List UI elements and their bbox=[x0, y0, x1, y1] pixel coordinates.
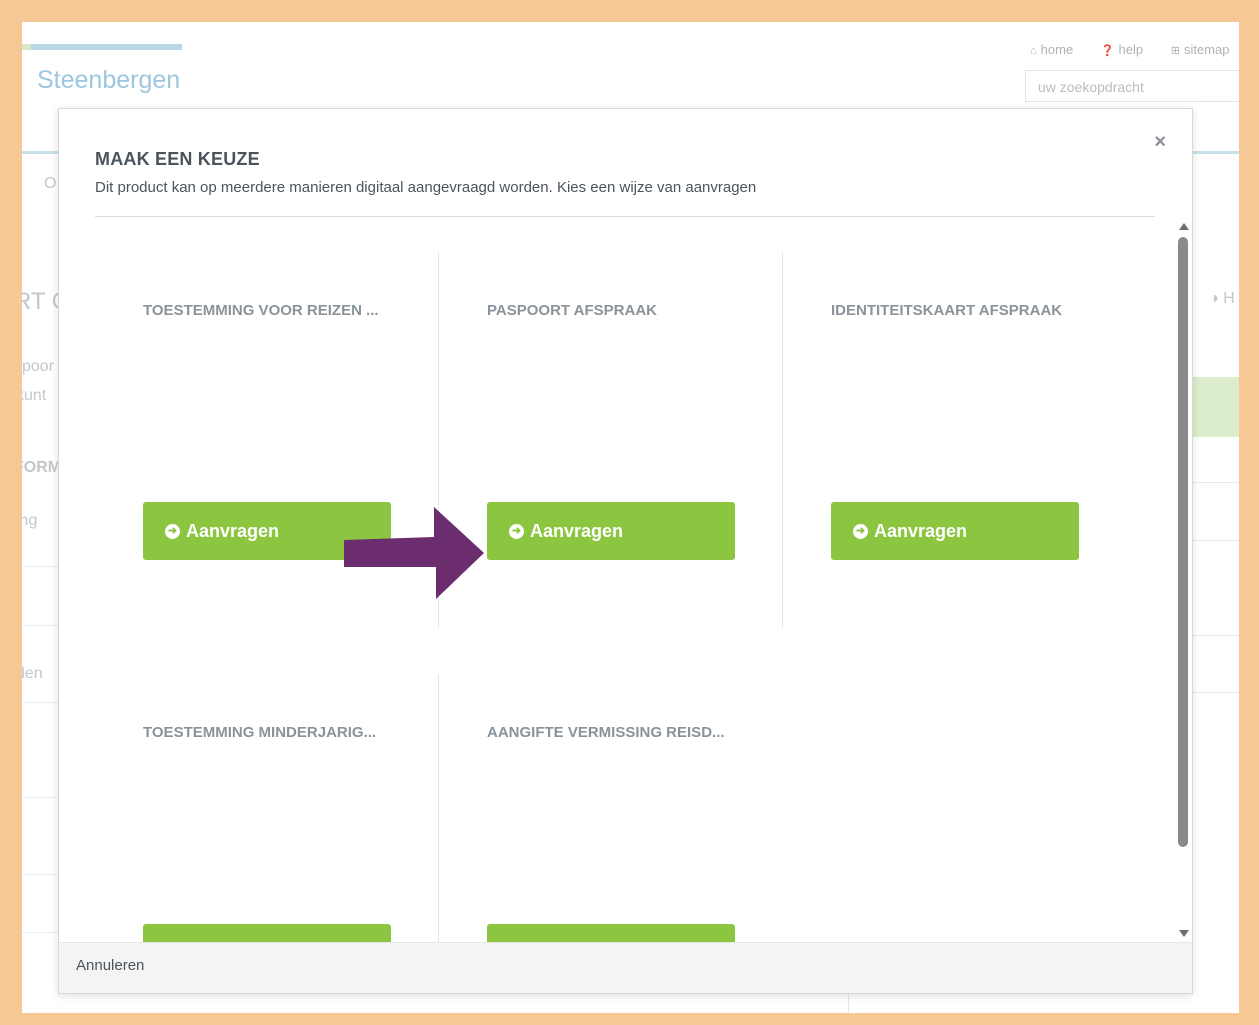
arrow-circle-right-icon: ➜ bbox=[165, 523, 180, 539]
bg-divider bbox=[22, 874, 62, 875]
apply-button-label: Aanvragen bbox=[874, 520, 968, 541]
scrollbar-thumb[interactable] bbox=[1178, 237, 1188, 847]
option-title: IDENTITEITSKAART AFSPRAAK bbox=[831, 302, 1063, 319]
apply-button[interactable]: ➜ Aanvragen bbox=[487, 502, 735, 560]
bg-divider bbox=[1190, 482, 1239, 483]
search-input[interactable]: uw zoekopdracht bbox=[1025, 70, 1239, 102]
sitemap-icon: ⊞ bbox=[1170, 45, 1180, 57]
home-icon: ⌂ bbox=[1030, 45, 1037, 57]
arrow-circle-right-icon: ➜ bbox=[509, 523, 524, 539]
scroll-up-arrow-icon[interactable] bbox=[1179, 223, 1189, 230]
logo-bar-accent bbox=[22, 44, 31, 50]
choice-modal: × MAAK EEN KEUZE Dit product kan op meer… bbox=[58, 108, 1193, 994]
bg-nav-fragment: O bbox=[44, 175, 57, 192]
question-circle-icon: ❓ bbox=[1100, 45, 1115, 57]
option-card: AANGIFTE VERMISSING REISD... bbox=[438, 674, 781, 943]
apply-button[interactable] bbox=[487, 924, 735, 943]
bg-divider bbox=[22, 566, 62, 567]
scrollbar[interactable] bbox=[1175, 217, 1192, 943]
bg-green-block bbox=[1190, 377, 1239, 437]
bg-section-fragment: FORM bbox=[22, 459, 62, 476]
bg-divider bbox=[22, 702, 62, 703]
option-title: AANGIFTE VERMISSING REISD... bbox=[487, 724, 725, 741]
modal-subtitle: Dit product kan op meerdere manieren dig… bbox=[95, 179, 757, 196]
bg-item-fragment: ing bbox=[22, 512, 38, 529]
modal-title: MAAK EEN KEUZE bbox=[95, 149, 260, 169]
top-links: ⌂ home ❓ help ⊞ sitemap bbox=[1030, 42, 1239, 57]
bg-divider bbox=[22, 625, 62, 626]
website-page: Steenbergen ⌂ home ❓ help ⊞ sitemap uw zoek… bbox=[22, 22, 1239, 1013]
logo-bar bbox=[22, 44, 182, 50]
annotation-arrow-icon bbox=[344, 507, 484, 599]
apply-button-label: Aanvragen bbox=[530, 520, 624, 541]
option-title: PASPOORT AFSPRAAK bbox=[487, 302, 658, 319]
apply-button-label: Aanvragen bbox=[186, 520, 280, 541]
option-title: TOESTEMMING MINDERJARIG... bbox=[143, 724, 377, 741]
bg-divider bbox=[1190, 540, 1239, 541]
bg-divider bbox=[22, 797, 62, 798]
site-title[interactable]: Steenbergen bbox=[37, 66, 180, 95]
bg-text-fragment: spoor bbox=[22, 358, 55, 375]
option-card: IDENTITEITSKAART AFSPRAAK ➜ Aanvragen bbox=[782, 252, 1125, 628]
bg-divider bbox=[22, 932, 62, 933]
bg-text-fragment: kunt bbox=[22, 387, 47, 404]
scroll-down-arrow-icon[interactable] bbox=[1179, 930, 1189, 937]
top-link-sitemap[interactable]: ⊞ sitemap bbox=[1171, 42, 1239, 57]
modal-body: TOESTEMMING VOOR REIZEN ... ➜ Aanvragen … bbox=[59, 217, 1175, 943]
arrow-circle-right-icon: ➜ bbox=[853, 523, 868, 539]
option-card: PASPOORT AFSPRAAK ➜ Aanvragen bbox=[438, 252, 781, 628]
bg-divider bbox=[1190, 635, 1239, 636]
cancel-button[interactable]: Annuleren bbox=[76, 957, 144, 974]
option-card: TOESTEMMING MINDERJARIG... bbox=[95, 674, 438, 943]
modal-footer: Annuleren bbox=[59, 942, 1192, 993]
bg-item-fragment: den bbox=[22, 665, 43, 682]
bg-right-fragment: ◑ H bbox=[1209, 290, 1235, 307]
close-icon[interactable]: × bbox=[1154, 131, 1166, 154]
apply-button[interactable] bbox=[143, 924, 391, 943]
apply-button[interactable]: ➜ Aanvragen bbox=[831, 502, 1079, 560]
option-title: TOESTEMMING VOOR REIZEN ... bbox=[143, 302, 379, 319]
top-link-help[interactable]: ❓ help bbox=[1101, 42, 1155, 57]
bg-divider bbox=[1190, 692, 1239, 693]
top-link-home[interactable]: ⌂ home bbox=[1030, 42, 1085, 57]
